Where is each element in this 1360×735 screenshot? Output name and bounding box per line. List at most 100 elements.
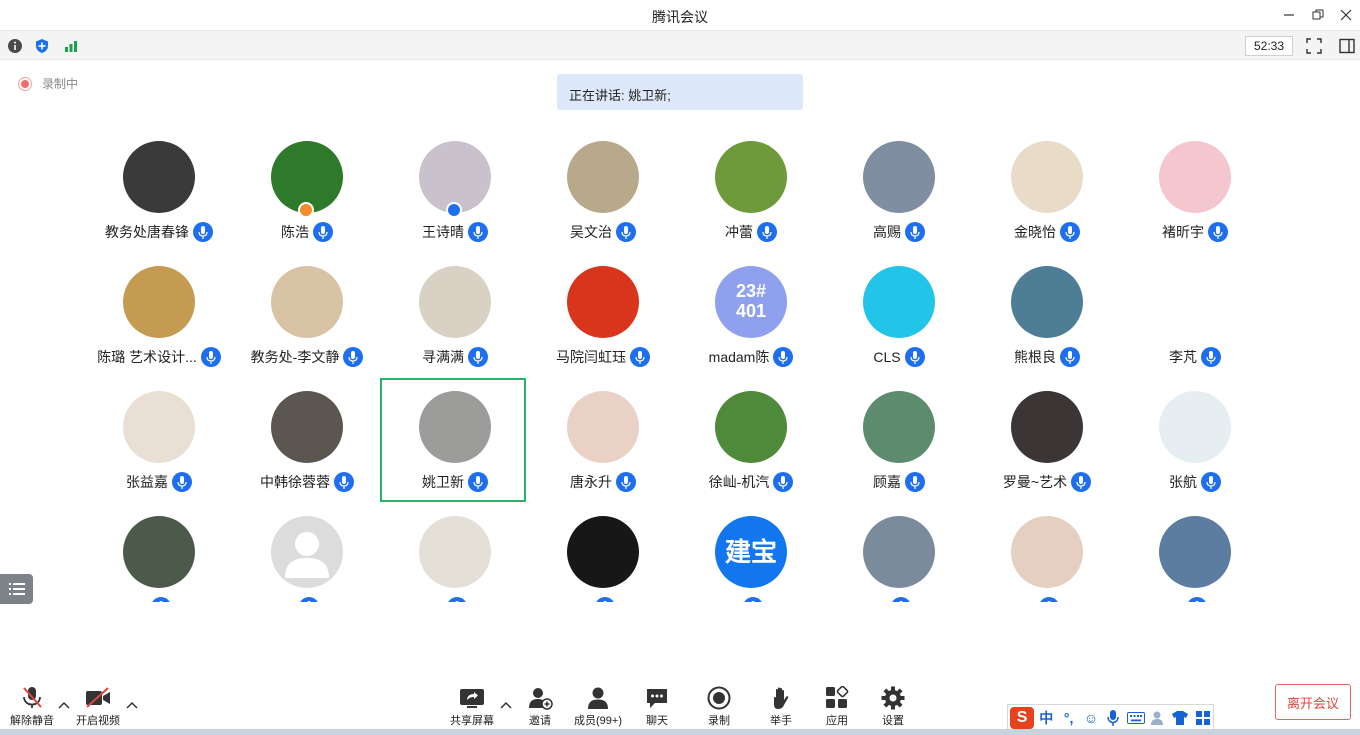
participant-tile[interactable] [382, 505, 528, 602]
participant-name: 李芃 [1169, 349, 1197, 365]
security-button[interactable] [32, 36, 52, 56]
person-icon [585, 686, 611, 710]
leave-meeting-button[interactable]: 离开会议 [1275, 684, 1351, 720]
participant-tile[interactable]: 张益嘉 [86, 380, 232, 504]
participant-avatar [863, 266, 935, 338]
ime-mode-toggle[interactable]: 中 [1036, 707, 1056, 729]
participant-tile[interactable] [974, 505, 1120, 602]
members-button[interactable]: 成员(99+) [566, 686, 630, 728]
meeting-info-button[interactable] [5, 36, 25, 56]
recording-indicator[interactable]: 录制中 [18, 75, 78, 92]
mic-status-icon [1060, 222, 1080, 242]
participant-avatar [863, 516, 935, 588]
participant-tile[interactable]: 罗曼~艺术 [974, 380, 1120, 504]
participant-tile[interactable]: 李芃 [1122, 255, 1268, 379]
participant-avatar [567, 516, 639, 588]
record-button[interactable]: 录制 [687, 686, 751, 728]
gear-icon [880, 686, 906, 710]
participant-tile[interactable] [234, 505, 380, 602]
participant-tile[interactable]: 教务处唐春锋 [86, 130, 232, 254]
participant-tile[interactable]: 中韩徐蓉蓉 [234, 380, 380, 504]
participant-tile[interactable]: 徐屾-机汽 [678, 380, 824, 504]
participant-avatar [1159, 141, 1231, 213]
participant-avatar [715, 141, 787, 213]
participant-tile[interactable]: 熊根良 [974, 255, 1120, 379]
participant-tile[interactable]: 马院闫虹珏 [530, 255, 676, 379]
participant-avatar [1159, 266, 1231, 338]
toolbox-grid-icon[interactable] [1193, 707, 1213, 729]
participant-name: 高赐 [873, 224, 901, 240]
apps-button[interactable]: 应用 [805, 686, 869, 728]
invite-button[interactable]: 邀请 [508, 686, 572, 728]
mic-status-icon [1201, 347, 1221, 367]
share-screen-button[interactable]: 共享屏幕 [440, 686, 504, 728]
participant-avatar [1159, 391, 1231, 463]
participant-avatar [715, 391, 787, 463]
participant-tile[interactable]: 吴文治 [530, 130, 676, 254]
sidebar-toggle-button[interactable] [1337, 36, 1357, 56]
participant-name: 唐永升 [570, 474, 612, 490]
mic-status-icon [905, 222, 925, 242]
participant-tile[interactable] [1122, 505, 1268, 602]
keyboard-icon[interactable] [1126, 707, 1146, 729]
participant-tile[interactable]: 褚昕宇 [1122, 130, 1268, 254]
participant-tile[interactable]: 冲蕾 [678, 130, 824, 254]
sidebar-panel-icon [1339, 38, 1355, 54]
participant-name: 吴文治 [570, 224, 612, 240]
minimize-button[interactable] [1278, 5, 1300, 25]
skin-shirt-icon[interactable] [1170, 707, 1190, 729]
raise-hand-button[interactable]: 举手 [749, 686, 813, 728]
participant-tile[interactable]: 高赐 [826, 130, 972, 254]
participant-name: 顾嘉 [873, 474, 901, 490]
fullscreen-button[interactable] [1304, 36, 1324, 56]
close-button[interactable] [1335, 5, 1357, 25]
ime-punctuation-toggle[interactable]: °, [1058, 707, 1078, 729]
participant-tile[interactable] [530, 505, 676, 602]
participant-tile[interactable]: 顾嘉 [826, 380, 972, 504]
participant-name: 中韩徐蓉蓉 [260, 474, 330, 490]
invite-label: 邀请 [529, 715, 551, 727]
participant-tile[interactable]: 陈璐 艺术设计... [86, 255, 232, 379]
participant-tile[interactable]: 姚卫新 [380, 378, 526, 502]
video-options-chevron-up-icon[interactable] [126, 700, 138, 710]
mic-status-icon [891, 597, 911, 602]
participant-tile[interactable]: 张航 [1122, 380, 1268, 504]
avatar-text: 建宝 [724, 536, 777, 567]
participant-tile[interactable]: 建宝 [678, 505, 824, 602]
participant-tile[interactable]: 陈浩 [234, 130, 380, 254]
participant-tile[interactable]: 23# 401 madam陈 [678, 255, 824, 379]
participant-tile[interactable] [826, 505, 972, 602]
emoji-icon[interactable]: ☺ [1081, 707, 1101, 729]
user-center-icon[interactable] [1148, 707, 1168, 729]
mic-status-icon [1201, 472, 1221, 492]
participant-tile[interactable]: 金晓怡 [974, 130, 1120, 254]
participant-tile[interactable]: 唐永升 [530, 380, 676, 504]
participant-tile[interactable]: CLS [826, 255, 972, 379]
mic-status-icon [1039, 597, 1059, 602]
participant-tile[interactable]: 王诗晴 [382, 130, 528, 254]
participant-avatar [1011, 516, 1083, 588]
settings-button[interactable]: 设置 [861, 686, 925, 728]
start-video-button[interactable]: 开启视频 [66, 686, 130, 728]
participant-tile[interactable]: 教务处-李文静 [234, 255, 380, 379]
sogou-logo-icon[interactable]: S [1010, 706, 1035, 729]
list-view-button[interactable] [0, 574, 33, 604]
participant-avatar [123, 391, 195, 463]
participant-avatar [863, 391, 935, 463]
participant-name: 褚昕宇 [1162, 224, 1204, 240]
recording-label: 录制中 [42, 77, 79, 91]
participant-name: 张益嘉 [126, 474, 168, 490]
avatar-text: 23# 401 [735, 281, 767, 321]
voice-input-icon[interactable] [1103, 707, 1123, 729]
network-status-button[interactable] [61, 36, 81, 56]
mic-status-icon [468, 222, 488, 242]
chat-button[interactable]: 聊天 [625, 686, 689, 728]
unmute-button[interactable]: 解除静音 [0, 686, 64, 728]
mic-status-icon [468, 347, 488, 367]
participant-tile[interactable]: 寻满满 [382, 255, 528, 379]
participant-tile[interactable] [86, 505, 232, 602]
restore-button[interactable] [1307, 5, 1329, 25]
settings-label: 设置 [882, 715, 904, 727]
title-bar: 腾讯会议 [0, 0, 1360, 30]
record-icon [706, 686, 732, 710]
